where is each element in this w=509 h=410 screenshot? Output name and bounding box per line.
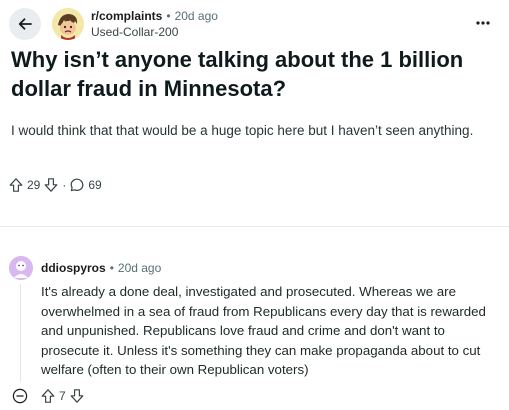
post-title: Why isn’t anyone talking about the 1 bil…	[11, 47, 464, 101]
ellipsis-icon	[476, 21, 490, 25]
comments-button[interactable]: 69	[69, 177, 102, 193]
post-actions: 29 · 69	[8, 176, 102, 194]
post-upvote-button[interactable]	[8, 177, 24, 193]
post-author[interactable]: Used-Collar-200	[91, 25, 218, 40]
arrow-down-icon	[43, 177, 59, 193]
post-age: 20d ago	[174, 9, 218, 23]
minus-circle-icon	[12, 388, 28, 404]
subreddit-name[interactable]: r/complaints	[91, 9, 162, 24]
more-options-button[interactable]	[471, 14, 495, 32]
arrow-down-icon	[69, 388, 85, 404]
thread-line[interactable]	[20, 284, 21, 382]
back-button[interactable]	[9, 8, 41, 40]
comment-age: 20d ago	[117, 261, 162, 275]
arrow-up-icon	[40, 388, 56, 404]
commenter-avatar[interactable]	[9, 256, 33, 280]
arrow-left-icon	[17, 16, 33, 32]
post-meta: r/complaints • 20d ago Used-Collar-200	[91, 9, 218, 40]
post-vote-count: 29	[27, 178, 41, 192]
comment-meta: ddiospyros • 20d ago	[41, 261, 161, 276]
speech-bubble-icon	[69, 177, 85, 193]
subreddit-avatar[interactable]	[52, 8, 84, 40]
comment-author[interactable]: ddiospyros	[41, 261, 106, 276]
comment-downvote-button[interactable]	[69, 388, 85, 404]
comment-meta-separator: •	[109, 261, 114, 275]
meta-separator: •	[166, 9, 171, 23]
post-downvote-button[interactable]	[43, 177, 59, 193]
collapse-thread-button[interactable]	[12, 388, 28, 404]
comment-body: It's already a done deal, investigated a…	[41, 284, 486, 377]
section-divider	[0, 226, 509, 227]
comment-count: 69	[88, 178, 102, 192]
comment-upvote-button[interactable]	[40, 388, 56, 404]
comment-actions: 7	[40, 388, 85, 404]
action-separator: ·	[62, 178, 67, 192]
post-body: I would think that that would be a huge …	[11, 123, 474, 138]
arrow-up-icon	[8, 177, 24, 193]
comment-vote-count: 7	[59, 389, 66, 403]
